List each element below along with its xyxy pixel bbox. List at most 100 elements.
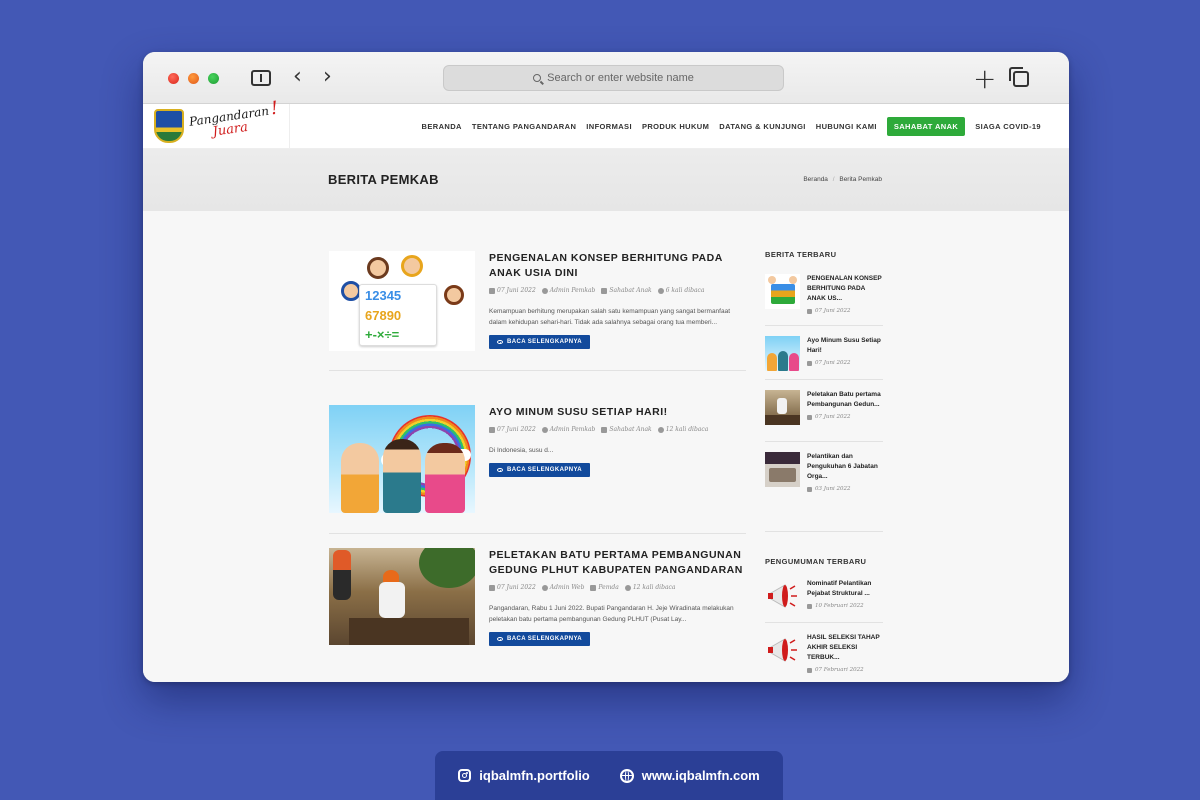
article-thumbnail-groundbreaking-photo[interactable] xyxy=(329,548,475,645)
article-card: 12345 67890 +-×÷= PENGENALAN KONSEP BERH… xyxy=(329,251,746,351)
announcement-title[interactable]: Nominatif Pelantikan Pejabat Struktural … xyxy=(807,579,885,599)
website-link[interactable]: www.iqbalmfn.com xyxy=(619,768,760,783)
article-meta: 07 Juni 2022 Admin Web Pemda 12 kali dib… xyxy=(489,584,747,591)
forward-arrow-icon[interactable]: › xyxy=(323,64,332,89)
page-title-bar: BERITA PEMKAB Beranda / Berita Pemkab xyxy=(143,149,1069,211)
eye-icon xyxy=(657,287,664,294)
calendar-icon xyxy=(489,584,495,591)
calendar-icon xyxy=(489,426,495,433)
article-views: 12 kali dibaca xyxy=(665,426,709,433)
folder-icon xyxy=(601,426,608,433)
article-category[interactable]: Sahabat Anak xyxy=(609,426,651,433)
article-date: 07 Juni 2022 xyxy=(497,287,536,294)
announcement-title[interactable]: HASIL SELEKSI TAHAP AKHIR SELEKSI TERBUK… xyxy=(807,633,885,663)
latest-news-title[interactable]: Peletakan Batu pertama Pembangunan Gedun… xyxy=(807,390,885,410)
latest-news-date: 07 Juni 2022 xyxy=(807,360,885,366)
article-date: 07 Juni 2022 xyxy=(497,584,536,591)
article-views: 12 kali dibaca xyxy=(632,584,676,591)
latest-news-thumbnail xyxy=(765,452,800,487)
article-divider xyxy=(329,370,746,371)
article-thumbnail-milk-kids[interactable] xyxy=(329,405,475,513)
address-bar[interactable]: Search or enter website name xyxy=(443,65,784,91)
nav-informasi[interactable]: INFORMASI xyxy=(586,122,632,131)
portfolio-footer-badge: iqbalmfn.portfolio www.iqbalmfn.com xyxy=(435,751,783,800)
kid-figure-icon xyxy=(401,255,423,277)
calendar-icon xyxy=(807,486,812,492)
article-category[interactable]: Pemda xyxy=(598,584,618,591)
sidebar-divider xyxy=(765,325,883,326)
article-thumbnail-counting-kids[interactable]: 12345 67890 +-×÷= xyxy=(329,251,475,351)
new-tab-plus-icon[interactable]: + xyxy=(973,62,996,95)
calendar-icon xyxy=(807,308,812,314)
latest-news-title[interactable]: Pelantikan dan Pengukuhan 6 Jabatan Orga… xyxy=(807,452,885,482)
article-body: PELETAKAN BATU PERTAMA PEMBANGUNAN GEDUN… xyxy=(489,548,747,646)
article-card: PELETAKAN BATU PERTAMA PEMBANGUNAN GEDUN… xyxy=(329,548,747,646)
maximize-window-button[interactable] xyxy=(208,73,219,84)
read-more-button[interactable]: BACA SELENGKAPNYA xyxy=(489,463,591,477)
latest-news-date: 07 Juni 2022 xyxy=(807,308,885,314)
instagram-handle[interactable]: iqbalmfn.portfolio xyxy=(458,768,590,783)
article-date: 07 Juni 2022 xyxy=(497,426,536,433)
breadcrumb-home-link[interactable]: Beranda xyxy=(803,176,828,183)
nav-datang-kunjungi[interactable]: DATANG & KUNJUNGI xyxy=(719,122,806,131)
calendar-icon xyxy=(489,287,495,294)
article-card: AYO MINUM SUSU SETIAP HARI! 07 Juni 2022… xyxy=(329,405,746,513)
nav-produk-hukum[interactable]: PRODUK HUKUM xyxy=(642,122,709,131)
sidebar-toggle-icon[interactable] xyxy=(251,70,271,86)
article-category[interactable]: Sahabat Anak xyxy=(609,287,651,294)
user-icon xyxy=(541,426,548,433)
article-title[interactable]: AYO MINUM SUSU SETIAP HARI! xyxy=(489,405,747,420)
nav-hubungi-kami[interactable]: HUBUNGI KAMI xyxy=(816,122,877,131)
latest-news-thumbnail xyxy=(765,274,800,309)
sidebar-divider xyxy=(765,622,883,623)
minimize-window-button[interactable] xyxy=(188,73,199,84)
site-logo[interactable]: Pangandaran Juara ! xyxy=(150,97,290,149)
latest-news-date: 03 Juni 2022 xyxy=(807,486,885,492)
child-figure-icon xyxy=(425,443,465,513)
sidebar-divider xyxy=(765,441,883,442)
tab-overview-icon[interactable] xyxy=(1009,67,1029,87)
article-body: PENGENALAN KONSEP BERHITUNG PADA ANAK US… xyxy=(489,251,747,349)
sidebar-divider xyxy=(765,379,883,380)
back-arrow-icon[interactable]: ‹ xyxy=(293,64,302,89)
latest-news-thumbnail xyxy=(765,390,800,425)
article-meta: 07 Juni 2022 Admin Pemkab Sahabat Anak 1… xyxy=(489,426,747,433)
browser-toolbar: ‹ › Search or enter website name + xyxy=(143,52,1069,104)
eye-icon xyxy=(497,637,503,641)
person-figure-icon xyxy=(379,582,405,618)
instagram-icon xyxy=(458,769,472,782)
nav-sahabat-anak[interactable]: SAHABAT ANAK xyxy=(886,117,966,136)
latest-news-title[interactable]: PENGENALAN KONSEP BERHITUNG PADA ANAK US… xyxy=(807,274,885,304)
soil-ground-shape xyxy=(349,618,469,645)
nav-beranda[interactable]: BERANDA xyxy=(422,122,462,131)
main-navigation: BERANDA TENTANG PANGANDARAN INFORMASI PR… xyxy=(422,117,1041,136)
tree-shape xyxy=(419,548,475,588)
article-author: Admin Pemkab xyxy=(549,426,596,433)
nav-tentang-pangandaran[interactable]: TENTANG PANGANDARAN xyxy=(472,122,576,131)
latest-news-thumbnail xyxy=(765,336,800,371)
article-author: Admin Pemkab xyxy=(549,287,596,294)
nav-siaga-covid[interactable]: SIAGA COVID-19 xyxy=(975,122,1041,131)
close-window-button[interactable] xyxy=(168,73,179,84)
article-excerpt: Pangandaran, Rabu 1 Juni 2022. Bupati Pa… xyxy=(489,605,734,623)
site-header: Pangandaran Juara ! BERANDA TENTANG PANG… xyxy=(143,97,1069,149)
announcement-date: 07 Februari 2022 xyxy=(807,667,885,673)
megaphone-icon xyxy=(768,638,797,662)
article-meta: 07 Juni 2022 Admin Pemkab Sahabat Anak 6… xyxy=(489,287,747,294)
latest-news-title[interactable]: Ayo Minum Susu Setiap Hari! xyxy=(807,336,885,356)
megaphone-icon xyxy=(768,584,797,608)
breadcrumb-current: Berita Pemkab xyxy=(839,176,882,183)
breadcrumb: Beranda / Berita Pemkab xyxy=(803,176,882,183)
article-author: Admin Web xyxy=(549,584,585,591)
article-excerpt: Kemampuan berhitung merupakan salah satu… xyxy=(489,308,731,326)
eye-icon xyxy=(657,426,664,433)
read-more-button[interactable]: BACA SELENGKAPNYA xyxy=(489,632,591,646)
browser-window: ‹ › Search or enter website name + Panga… xyxy=(143,52,1069,682)
article-title[interactable]: PELETAKAN BATU PERTAMA PEMBANGUNAN GEDUN… xyxy=(489,548,747,578)
page-title: BERITA PEMKAB xyxy=(328,172,439,187)
user-icon xyxy=(541,287,548,294)
announcements-heading: PENGUMUMAN TERBARU xyxy=(765,557,867,566)
read-more-button[interactable]: BACA SELENGKAPNYA xyxy=(489,335,591,349)
article-title[interactable]: PENGENALAN KONSEP BERHITUNG PADA ANAK US… xyxy=(489,251,747,281)
pangandaran-juara-logo: Pangandaran Juara ! xyxy=(188,97,280,140)
